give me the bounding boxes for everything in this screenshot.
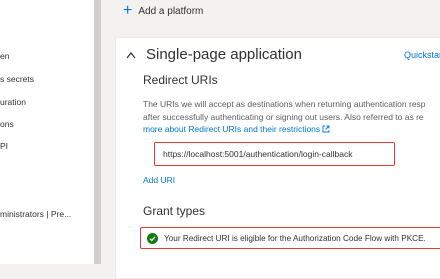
redirect-uris-learn-more-link[interactable]: more about Redirect URIs and their restr… xyxy=(143,124,320,134)
add-uri-link[interactable]: Add URI xyxy=(143,175,175,185)
panel-divider[interactable] xyxy=(94,0,101,264)
desc-line-2: after successfully authenticating or sig… xyxy=(143,111,424,122)
sidebar-item-certificates-secrets[interactable]: s secrets xyxy=(0,74,34,84)
external-link-icon xyxy=(322,125,330,133)
card-header[interactable]: Single-page application xyxy=(126,46,302,63)
sidebar-item-token-configuration[interactable]: uration xyxy=(0,97,26,107)
card-title: Single-page application xyxy=(146,46,302,63)
main-content: + Add a platform Single-page application… xyxy=(101,0,440,279)
chevron-up-icon[interactable] xyxy=(126,51,136,59)
spa-platform-card: Single-page application Quickstart Redir… xyxy=(115,37,440,279)
sidebar-item-api-permissions[interactable]: ons xyxy=(0,119,14,129)
sidebar-item-owners-administrators[interactable]: ministrators | Pre... xyxy=(0,209,71,219)
pkce-eligibility-message: Your Redirect URI is eligible for the Au… xyxy=(140,227,440,249)
quickstart-link[interactable]: Quickstart xyxy=(404,50,440,60)
redirect-uri-value: https://localhost:5001/authentication/lo… xyxy=(163,149,353,159)
success-check-icon xyxy=(147,232,158,244)
grant-types-heading: Grant types xyxy=(143,204,206,218)
sidebar-item-authentication[interactable]: en xyxy=(0,51,9,61)
redirect-uris-heading: Redirect URIs xyxy=(143,73,218,87)
add-platform-label: Add a platform xyxy=(138,5,204,17)
add-platform-button[interactable]: + Add a platform xyxy=(123,2,204,19)
sidebar-item-expose-api[interactable]: PI xyxy=(0,141,8,151)
redirect-uri-field[interactable]: https://localhost:5001/authentication/lo… xyxy=(154,142,395,166)
sidebar-nav: en s secrets uration ons PI ministrators… xyxy=(0,0,95,264)
desc-line-1: The URIs we will accept as destinations … xyxy=(143,99,426,109)
plus-icon: + xyxy=(123,2,133,19)
redirect-uris-description: The URIs we will accept as destinations … xyxy=(143,98,440,136)
pkce-message-text: Your Redirect URI is eligible for the Au… xyxy=(164,233,426,243)
